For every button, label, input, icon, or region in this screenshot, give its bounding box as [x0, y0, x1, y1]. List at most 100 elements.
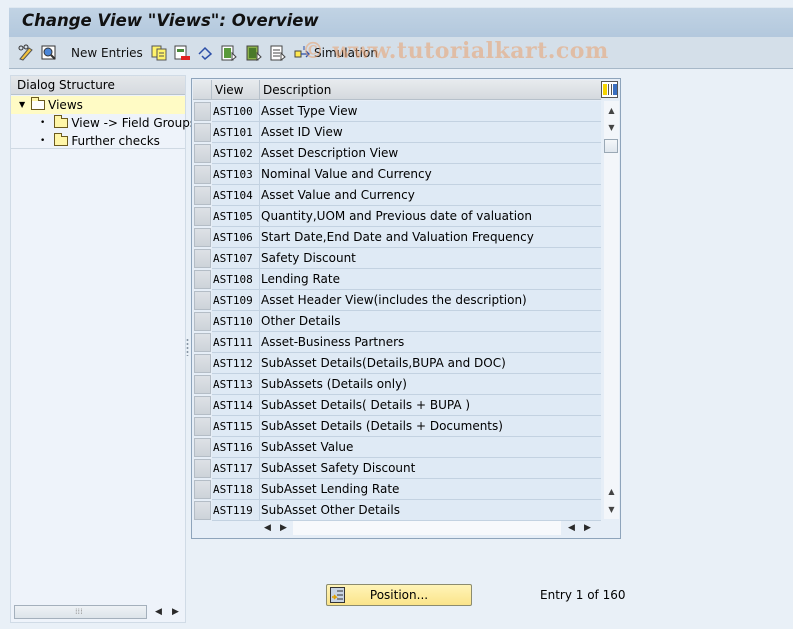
- simulation-button[interactable]: Simulation: [293, 43, 378, 63]
- row-selector[interactable]: [194, 165, 211, 184]
- cell-view: AST111: [212, 332, 260, 353]
- scroll-left-icon[interactable]: ◀: [264, 523, 271, 533]
- table-row[interactable]: AST109 Asset Header View(includes the des…: [193, 290, 601, 311]
- delete-button[interactable]: [173, 43, 191, 63]
- tree-node-views[interactable]: ▼ Views: [11, 96, 185, 114]
- table-row[interactable]: AST107 Safety Discount: [193, 248, 601, 269]
- table-row[interactable]: AST100 Asset Type View: [193, 101, 601, 122]
- deselect-all-button[interactable]: [269, 43, 287, 63]
- details-button[interactable]: [40, 43, 58, 63]
- cell-view: AST105: [212, 206, 260, 227]
- select-all-button[interactable]: [220, 43, 238, 63]
- bullet-icon: •: [40, 118, 46, 128]
- scroll-track[interactable]: [293, 521, 561, 535]
- cell-description: Asset Type View: [260, 101, 601, 122]
- scroll-page-up-icon[interactable]: ▲: [604, 484, 619, 499]
- folder-open-icon: [31, 97, 46, 110]
- row-selector[interactable]: [194, 417, 211, 436]
- table-row[interactable]: AST102 Asset Description View: [193, 143, 601, 164]
- table-row[interactable]: AST106 Start Date,End Date and Valuation …: [193, 227, 601, 248]
- table-row[interactable]: AST108 Lending Rate: [193, 269, 601, 290]
- row-selector[interactable]: [194, 291, 211, 310]
- horizontal-scrollbar[interactable]: ◀ ▶ ◀ ▶: [259, 520, 600, 536]
- expand-triangle-icon[interactable]: ▼: [19, 96, 25, 114]
- row-selector[interactable]: [194, 123, 211, 142]
- cell-view: AST115: [212, 416, 260, 437]
- scroll-left-icon[interactable]: ◀: [155, 607, 162, 617]
- scroll-page-down-icon[interactable]: ▼: [604, 502, 619, 517]
- row-selector[interactable]: [194, 312, 211, 331]
- cell-view: AST110: [212, 311, 260, 332]
- position-button[interactable]: Position...: [326, 584, 472, 606]
- table-row[interactable]: AST101 Asset ID View: [193, 122, 601, 143]
- copy-icon: [150, 44, 168, 62]
- grip-icon: ⁞⁞⁞: [75, 607, 83, 616]
- page-title: Change View "Views": Overview: [22, 11, 319, 30]
- table-row[interactable]: AST114 SubAsset Details( Details + BUPA ): [193, 395, 601, 416]
- row-selector[interactable]: [194, 270, 211, 289]
- edit-toggle-button[interactable]: [17, 43, 35, 63]
- row-selector[interactable]: [194, 102, 211, 121]
- row-selector[interactable]: [194, 249, 211, 268]
- scroll-right-end-icon[interactable]: ▶: [584, 523, 591, 533]
- vertical-scrollbar[interactable]: ▲ ▼ ▲ ▼: [602, 101, 620, 519]
- table-row[interactable]: AST112 SubAsset Details(Details,BUPA and …: [193, 353, 601, 374]
- row-selector[interactable]: [194, 333, 211, 352]
- copy-as-button[interactable]: [150, 43, 168, 63]
- table-row[interactable]: AST118 SubAsset Lending Rate: [193, 479, 601, 500]
- table-row[interactable]: AST104 Asset Value and Currency: [193, 185, 601, 206]
- scroll-left-end-icon[interactable]: ◀: [568, 523, 575, 533]
- cell-view: AST116: [212, 437, 260, 458]
- table-row[interactable]: AST113 SubAssets (Details only): [193, 374, 601, 395]
- row-selector[interactable]: [194, 207, 211, 226]
- table-header: View Description: [193, 80, 601, 100]
- row-selector[interactable]: [194, 144, 211, 163]
- scroll-thumb[interactable]: [604, 139, 618, 153]
- table-row[interactable]: AST116 SubAsset Value: [193, 437, 601, 458]
- row-selector[interactable]: [194, 438, 211, 457]
- row-selector[interactable]: [194, 228, 211, 247]
- left-panel-horizontal-scrollbar[interactable]: ⁞⁞⁞: [14, 605, 147, 619]
- undo-change-button[interactable]: [196, 43, 214, 63]
- row-selector[interactable]: [194, 375, 211, 394]
- scroll-right-icon[interactable]: ▶: [280, 523, 287, 533]
- cell-view: AST119: [212, 500, 260, 521]
- dialog-structure-header: Dialog Structure: [11, 76, 185, 95]
- table-row[interactable]: AST111 Asset-Business Partners: [193, 332, 601, 353]
- cell-view: AST117: [212, 458, 260, 479]
- table-row[interactable]: AST119 SubAsset Other Details: [193, 500, 601, 521]
- row-selector[interactable]: [194, 480, 211, 499]
- select-block-button[interactable]: [245, 43, 263, 63]
- cell-description: Asset Value and Currency: [260, 185, 601, 206]
- cell-description: SubAsset Details (Details + Documents): [260, 416, 601, 437]
- panel-splitter[interactable]: [186, 338, 189, 356]
- select-all-rows-cell[interactable]: [193, 80, 212, 100]
- application-toolbar: New Entries Simulation: [9, 37, 793, 69]
- row-selector[interactable]: [194, 396, 211, 415]
- cell-description: Asset Description View: [260, 143, 601, 164]
- row-selector[interactable]: [194, 354, 211, 373]
- cell-view: AST109: [212, 290, 260, 311]
- row-selector[interactable]: [194, 459, 211, 478]
- scroll-right-icon[interactable]: ▶: [172, 607, 179, 617]
- table-row[interactable]: AST103 Nominal Value and Currency: [193, 164, 601, 185]
- cell-view: AST103: [212, 164, 260, 185]
- scroll-down-icon[interactable]: ▼: [604, 120, 619, 135]
- cell-view: AST101: [212, 122, 260, 143]
- column-header-view[interactable]: View: [212, 80, 260, 100]
- table-row[interactable]: AST115 SubAsset Details (Details + Docume…: [193, 416, 601, 437]
- new-entries-button[interactable]: New Entries: [71, 43, 143, 63]
- cell-description: SubAsset Other Details: [260, 500, 601, 521]
- entry-counter: Entry 1 of 160: [540, 588, 626, 602]
- tree-node-view-field-groups[interactable]: • View -> Field Groups: [11, 114, 196, 132]
- table-row[interactable]: AST117 SubAsset Safety Discount: [193, 458, 601, 479]
- row-selector[interactable]: [194, 501, 211, 520]
- scroll-track[interactable]: [604, 101, 619, 519]
- table-row[interactable]: AST110 Other Details: [193, 311, 601, 332]
- table-row[interactable]: AST105 Quantity,UOM and Previous date of …: [193, 206, 601, 227]
- column-header-description[interactable]: Description: [260, 80, 601, 100]
- scroll-up-icon[interactable]: ▲: [604, 103, 619, 118]
- cell-view: AST112: [212, 353, 260, 374]
- row-selector[interactable]: [194, 186, 211, 205]
- column-settings-icon[interactable]: [601, 81, 618, 98]
